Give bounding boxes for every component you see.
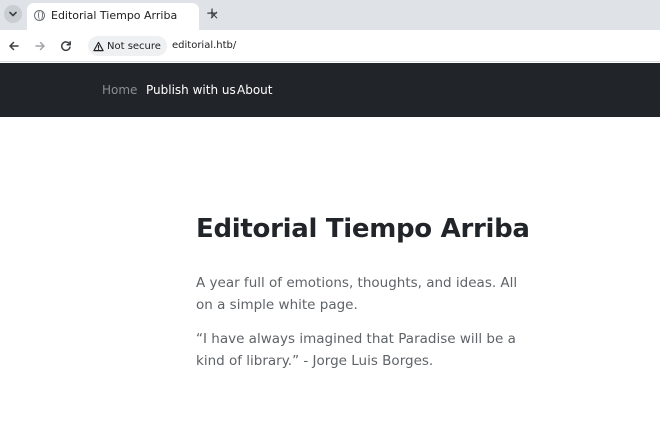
nav-link-home[interactable]: Home <box>102 83 137 97</box>
arrow-left-icon <box>9 41 19 51</box>
address-bar[interactable]: Not secure editorial.htb/ <box>84 34 660 58</box>
tab-title: Editorial Tiempo Arriba <box>51 9 178 22</box>
forward-button[interactable] <box>32 38 48 54</box>
security-indicator[interactable]: Not secure <box>88 36 167 56</box>
security-label: Not secure <box>107 40 161 52</box>
site-navbar: Home Publish with us About <box>0 63 660 117</box>
browser-tab-strip: Editorial Tiempo Arriba × + <box>0 0 660 30</box>
arrow-right-icon <box>35 41 45 51</box>
lead-text: A year full of emotions, thoughts, and i… <box>196 275 518 313</box>
warning-icon <box>93 41 104 51</box>
quote-text: “I have always imagined that Paradise wi… <box>196 331 516 369</box>
reload-icon <box>61 41 71 52</box>
tab-search-button[interactable] <box>4 5 22 23</box>
url-text[interactable]: editorial.htb/ <box>172 40 236 51</box>
back-button[interactable] <box>6 38 22 54</box>
reload-button[interactable] <box>58 38 74 54</box>
browser-toolbar: Not secure editorial.htb/ <box>0 30 660 62</box>
new-tab-button[interactable]: + <box>204 4 220 22</box>
browser-tab[interactable]: Editorial Tiempo Arriba × <box>27 3 219 30</box>
page-title: Editorial Tiempo Arriba <box>196 214 530 244</box>
hero-section: Editorial Tiempo Arriba A year full of e… <box>196 214 530 372</box>
nav-link-about[interactable]: About <box>237 83 272 97</box>
chevron-down-icon <box>9 11 17 17</box>
globe-icon <box>34 10 45 21</box>
nav-link-publish[interactable]: Publish with us <box>146 83 236 97</box>
